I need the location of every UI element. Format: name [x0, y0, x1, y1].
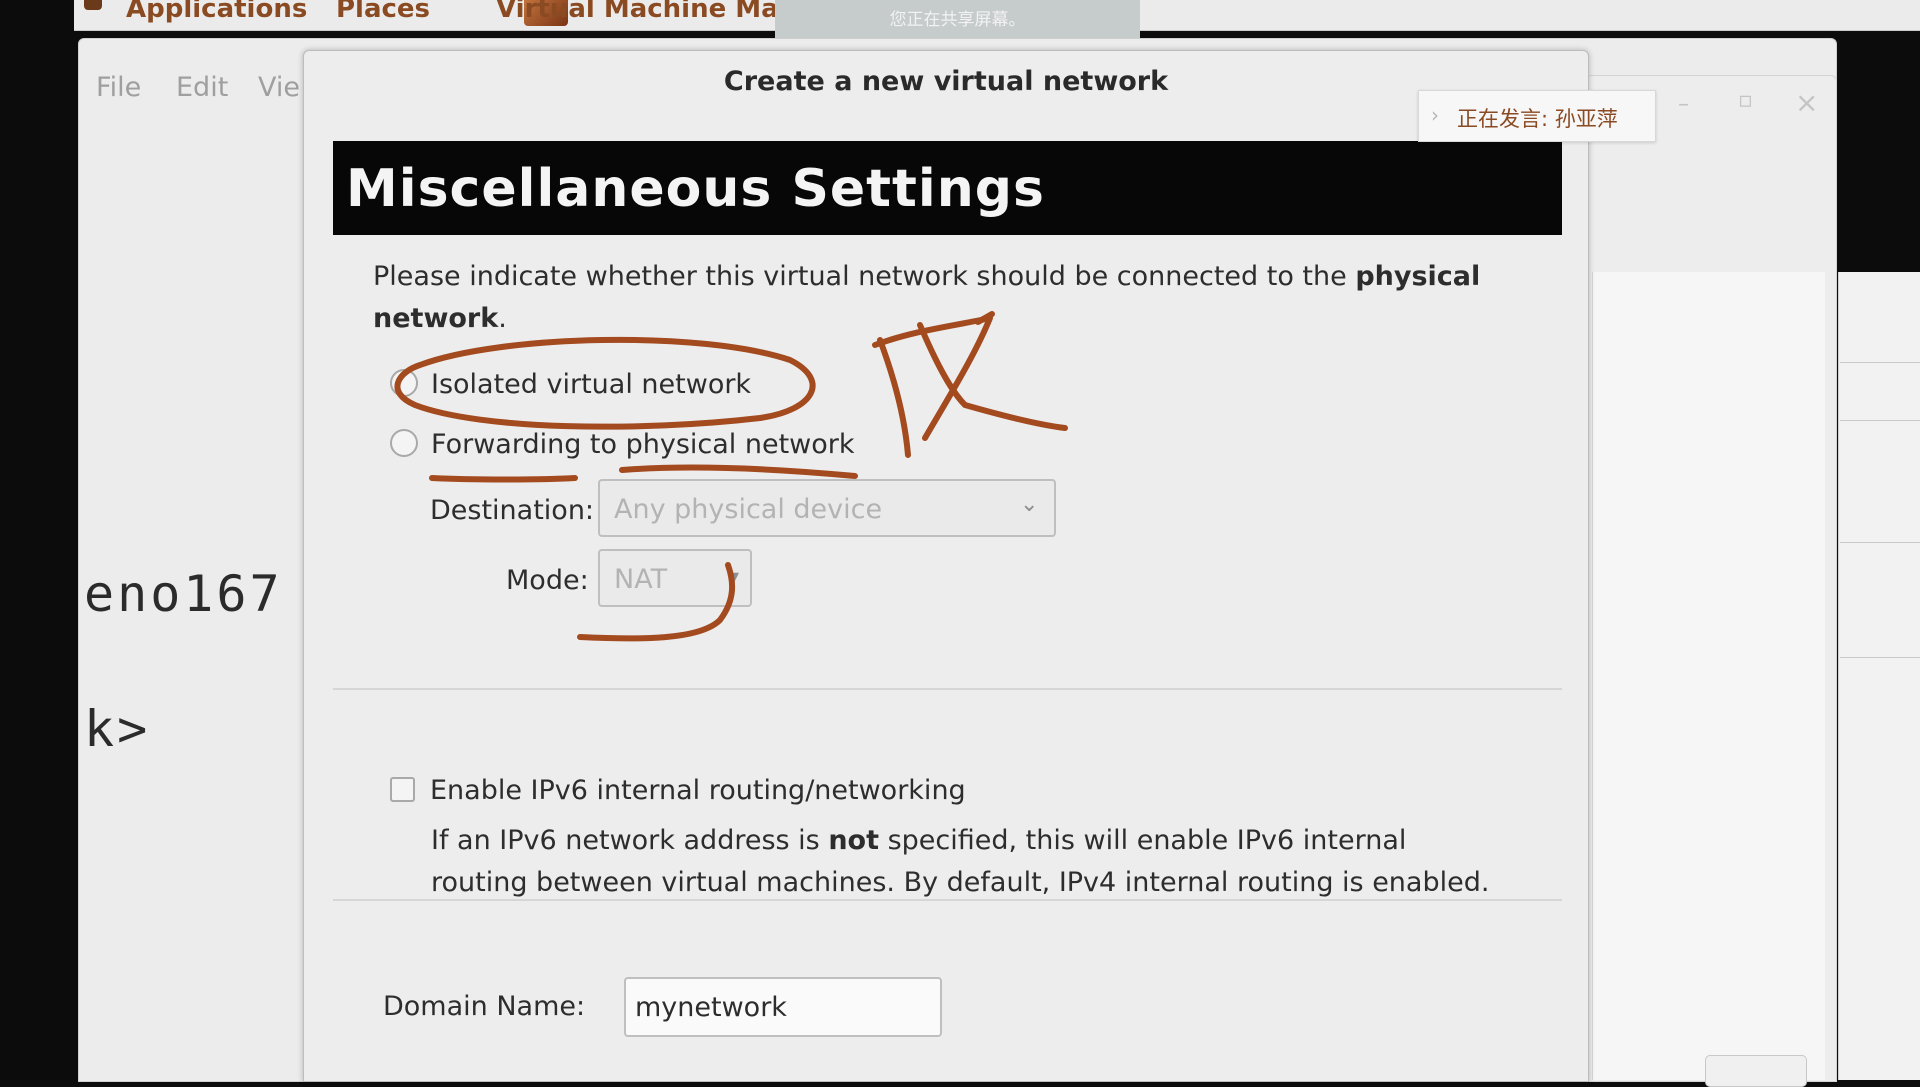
section-divider	[333, 688, 1562, 690]
close-icon[interactable]: ×	[1795, 86, 1818, 119]
chevron-down-icon: ⌄	[1020, 492, 1039, 517]
maximize-icon[interactable]: ▫	[1738, 88, 1753, 113]
ipv6-help-text: If an IPv6 network address is not specif…	[431, 820, 1491, 904]
ipv6-help-prefix: If an IPv6 network address is	[431, 825, 829, 856]
menu-edit[interactable]: Edit	[176, 72, 228, 103]
spin-arrows-icon: ▾	[728, 565, 740, 590]
mode-dropdown[interactable]: NAT ▾	[598, 549, 752, 607]
dialog-title: Create a new virtual network	[723, 66, 1169, 97]
minimize-icon[interactable]: –	[1678, 92, 1689, 117]
details-panel	[1592, 272, 1825, 1080]
divider	[1840, 657, 1920, 658]
ipv6-label[interactable]: Enable IPv6 internal routing/networking	[430, 775, 966, 806]
terminal-line: eno167	[84, 565, 283, 623]
speaker-label: 正在发言: 孙亚萍	[1457, 107, 1618, 131]
description-prefix: Please indicate whether this virtual net…	[373, 261, 1356, 292]
mode-value: NAT	[614, 564, 668, 595]
destination-value: Any physical device	[614, 494, 883, 525]
speaker-badge: › 正在发言: 孙亚萍	[1418, 90, 1656, 142]
applications-menu[interactable]: Applications	[126, 0, 307, 24]
chevron-right-icon: ›	[1431, 103, 1439, 127]
page-title: Miscellaneous Settings	[346, 159, 1045, 219]
description-suffix: .	[498, 303, 507, 334]
destination-label: Destination:	[430, 495, 595, 526]
radio-isolated-label[interactable]: Isolated virtual network	[431, 369, 751, 400]
screen-share-banner: 您正在共享屏幕。	[775, 0, 1140, 38]
section-divider	[333, 899, 1562, 901]
domain-name-input[interactable]	[624, 977, 942, 1037]
mode-label: Mode:	[506, 565, 589, 596]
divider	[1840, 542, 1920, 543]
background-button[interactable]	[1705, 1055, 1807, 1087]
radio-isolated[interactable]	[390, 369, 418, 397]
places-menu[interactable]: Places	[336, 0, 430, 24]
destination-dropdown[interactable]: Any physical device ⌄	[598, 479, 1056, 537]
applications-icon	[84, 0, 102, 10]
header-banner: Miscellaneous Settings	[333, 141, 1562, 235]
right-strip	[1838, 272, 1920, 1080]
vmm-taskbar-item[interactable]: Virtual Machine Ma	[496, 0, 779, 24]
ipv6-checkbox[interactable]	[390, 777, 415, 802]
divider	[1840, 362, 1920, 363]
menu-view[interactable]: Vie	[258, 72, 300, 103]
terminal-prompt: k>	[84, 700, 151, 758]
divider	[1840, 420, 1920, 421]
description-text: Please indicate whether this virtual net…	[373, 256, 1513, 340]
radio-forwarding[interactable]	[390, 429, 418, 457]
menu-file[interactable]: File	[96, 72, 141, 103]
ipv6-help-bold: not	[828, 825, 880, 856]
create-network-dialog: Create a new virtual network Miscellaneo…	[303, 50, 1589, 1082]
domain-name-label: Domain Name:	[383, 991, 586, 1022]
radio-forwarding-label[interactable]: Forwarding to physical network	[431, 429, 855, 460]
